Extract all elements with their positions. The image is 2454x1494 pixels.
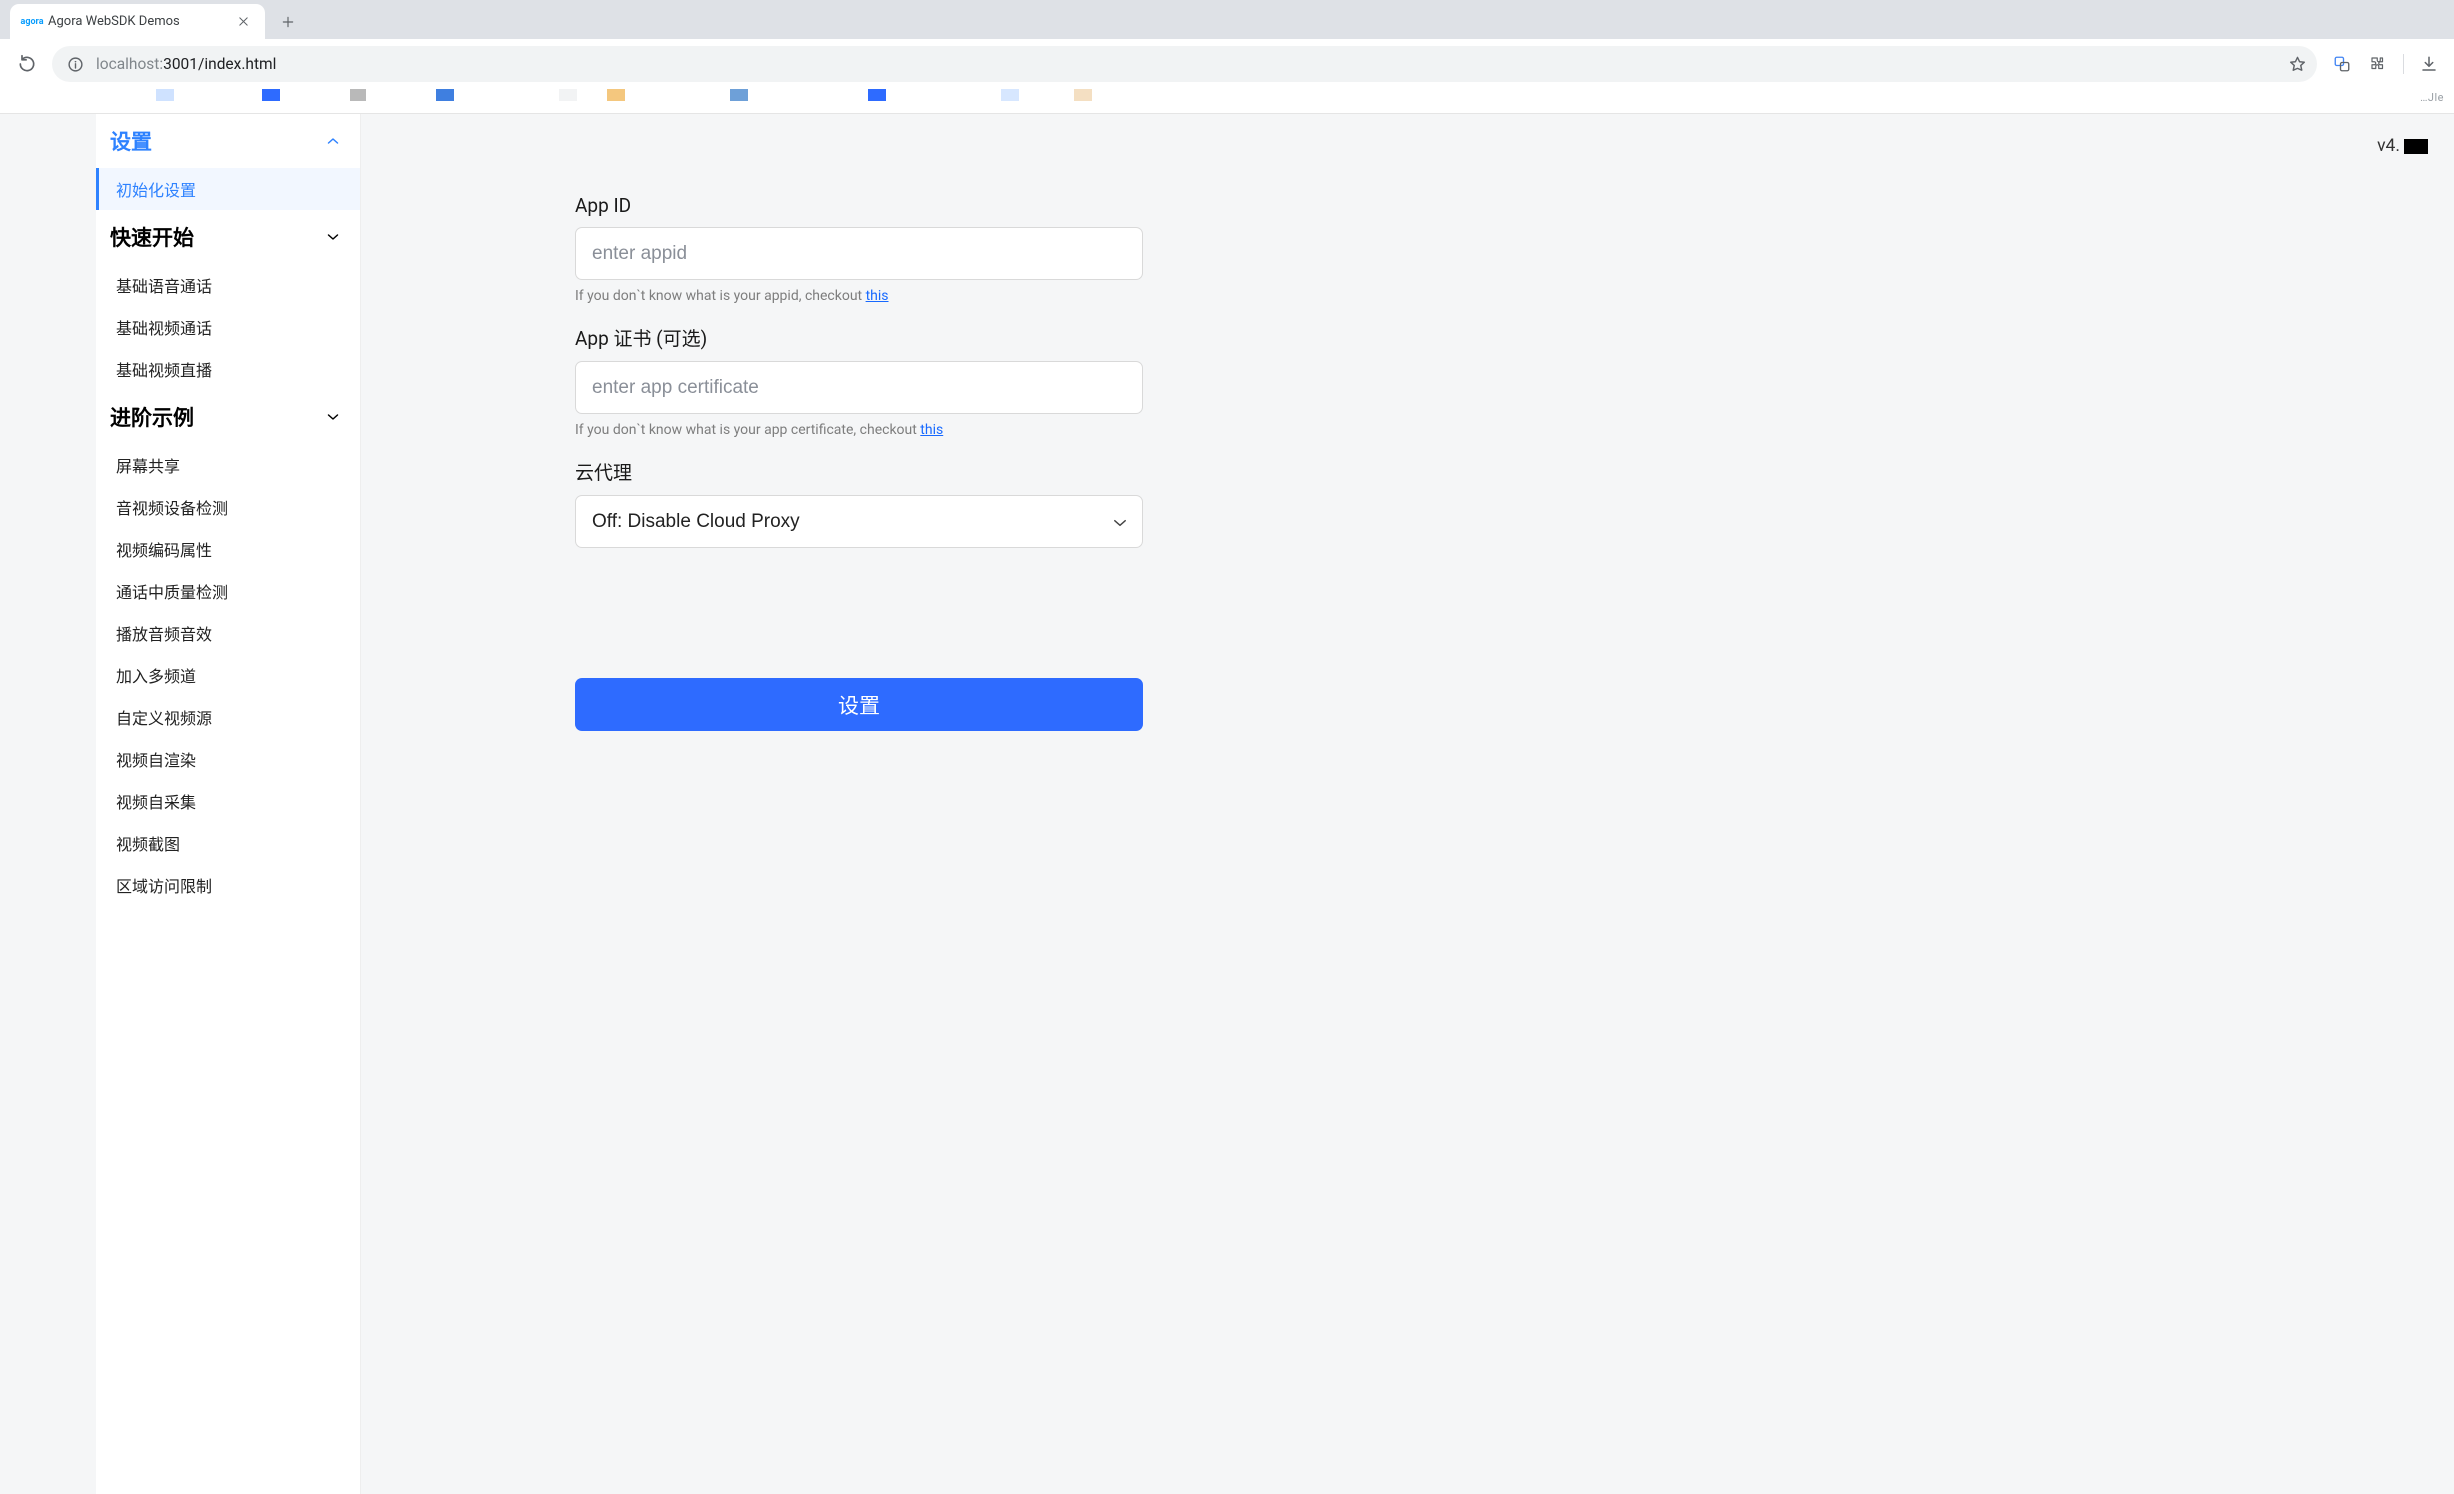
proxy-select[interactable]: Off: Disable Cloud Proxy	[575, 495, 1143, 548]
appid-hint: If you don`t know what is your appid, ch…	[575, 288, 1143, 304]
sidebar-section-header[interactable]: 快速开始	[96, 210, 360, 264]
bookmark-swatch	[0, 89, 156, 101]
proxy-label: 云代理	[575, 458, 1143, 485]
close-icon	[238, 16, 249, 27]
bookmark-swatch	[350, 89, 366, 101]
cert-hint-link[interactable]: this	[920, 422, 943, 438]
address-bar-row: localhost:3001/index.html	[0, 39, 2454, 89]
bookmark-swatch	[174, 89, 262, 101]
bookmark-star-button[interactable]	[2287, 54, 2307, 74]
bookmark-swatch	[886, 89, 1001, 101]
bookmark-swatch	[1001, 89, 1019, 101]
sidebar-item[interactable]: 视频自采集	[96, 780, 360, 822]
reload-icon	[17, 54, 37, 74]
bookmark-swatch	[1019, 89, 1074, 101]
tab-active[interactable]: agora Agora WebSDK Demos	[10, 4, 265, 39]
sidebar-item[interactable]: 视频自渲染	[96, 738, 360, 780]
field-proxy: 云代理 Off: Disable Cloud Proxy	[575, 458, 1143, 548]
bookmark-swatch	[748, 89, 868, 101]
star-icon	[2288, 55, 2307, 74]
bookmark-swatch	[262, 89, 280, 101]
main-content: v4. App ID If you don`t know what is you…	[361, 114, 2454, 1494]
translate-icon	[2333, 55, 2351, 73]
bookmark-swatch	[607, 89, 625, 101]
tab-strip: agora Agora WebSDK Demos	[0, 0, 2454, 39]
bookmark-swatch	[577, 89, 607, 101]
toolbar-separator	[2403, 54, 2404, 74]
field-appid: App ID If you don`t know what is your ap…	[575, 194, 1143, 304]
plus-icon	[281, 15, 295, 29]
bookmark-swatch	[625, 89, 730, 101]
field-cert: App 证书 (可选) If you don`t know what is yo…	[575, 324, 1143, 438]
sidebar-section-header[interactable]: 设置	[96, 114, 360, 168]
appid-label: App ID	[575, 194, 1143, 217]
chevron-down-icon	[326, 230, 340, 244]
version-label: v4.	[2377, 136, 2428, 156]
puzzle-icon	[2369, 55, 2387, 73]
bookmark-swatch	[436, 89, 454, 101]
sidebar: 设置初始化设置快速开始基础语音通话基础视频通话基础视频直播进阶示例屏幕共享音视频…	[96, 114, 361, 1494]
submit-button[interactable]: 设置	[575, 678, 1143, 731]
sidebar-item[interactable]: 基础视频直播	[96, 348, 360, 390]
cert-hint: If you don`t know what is your app certi…	[575, 422, 1143, 438]
sidebar-section-header[interactable]: 进阶示例	[96, 390, 360, 444]
bookmark-swatch	[730, 89, 748, 101]
sidebar-section-title: 进阶示例	[110, 402, 194, 432]
new-tab-button[interactable]	[273, 7, 303, 37]
bookmark-swatch	[366, 89, 436, 101]
sidebar-item[interactable]: 初始化设置	[96, 168, 360, 210]
sidebar-item[interactable]: 通话中质量检测	[96, 570, 360, 612]
sidebar-item[interactable]: 自定义视频源	[96, 696, 360, 738]
cert-input[interactable]	[575, 361, 1143, 414]
version-mask	[2404, 139, 2428, 154]
sidebar-item[interactable]: 区域访问限制	[96, 864, 360, 906]
sidebar-item[interactable]: 视频编码属性	[96, 528, 360, 570]
sidebar-item[interactable]: 基础语音通话	[96, 264, 360, 306]
sidebar-item[interactable]: 视频截图	[96, 822, 360, 864]
sidebar-item[interactable]: 音视频设备检测	[96, 486, 360, 528]
favicon-icon: agora	[24, 14, 40, 30]
close-tab-button[interactable]	[235, 14, 251, 30]
bookmark-swatch	[868, 89, 886, 101]
extensions-button[interactable]	[2367, 53, 2389, 75]
sidebar-section-title: 快速开始	[110, 222, 194, 252]
appid-input[interactable]	[575, 227, 1143, 280]
download-icon	[2420, 55, 2438, 73]
bookmark-swatch	[156, 89, 174, 101]
appid-hint-link[interactable]: this	[866, 288, 889, 304]
bookmark-swatch	[454, 89, 559, 101]
site-info-button[interactable]	[66, 55, 84, 73]
sidebar-item[interactable]: 加入多频道	[96, 654, 360, 696]
cert-label: App 证书 (可选)	[575, 324, 1143, 351]
sidebar-item[interactable]: 基础视频通话	[96, 306, 360, 348]
sidebar-section-title: 设置	[110, 126, 152, 156]
bookmark-swatch	[280, 89, 350, 101]
info-icon	[67, 56, 84, 73]
chevron-up-icon	[326, 134, 340, 148]
settings-form: App ID If you don`t know what is your ap…	[575, 194, 1143, 731]
omnibox[interactable]: localhost:3001/index.html	[52, 46, 2317, 82]
tab-title: Agora WebSDK Demos	[48, 14, 227, 29]
reload-button[interactable]	[16, 53, 38, 75]
url-text: localhost:3001/index.html	[96, 55, 276, 73]
bookmarks-bar: …Jle	[0, 89, 2454, 113]
translate-button[interactable]	[2331, 53, 2353, 75]
downloads-button[interactable]	[2418, 53, 2440, 75]
bookmark-swatch	[1074, 89, 1092, 101]
sidebar-item[interactable]: 屏幕共享	[96, 444, 360, 486]
chevron-down-icon	[326, 410, 340, 424]
bookmark-swatch	[559, 89, 577, 101]
sidebar-item[interactable]: 播放音频音效	[96, 612, 360, 654]
page-body: 设置初始化设置快速开始基础语音通话基础视频通话基础视频直播进阶示例屏幕共享音视频…	[0, 113, 2454, 1494]
browser-chrome: agora Agora WebSDK Demos localhost:3001/…	[0, 0, 2454, 113]
bookmarks-overflow-text: …Jle	[2420, 91, 2444, 104]
